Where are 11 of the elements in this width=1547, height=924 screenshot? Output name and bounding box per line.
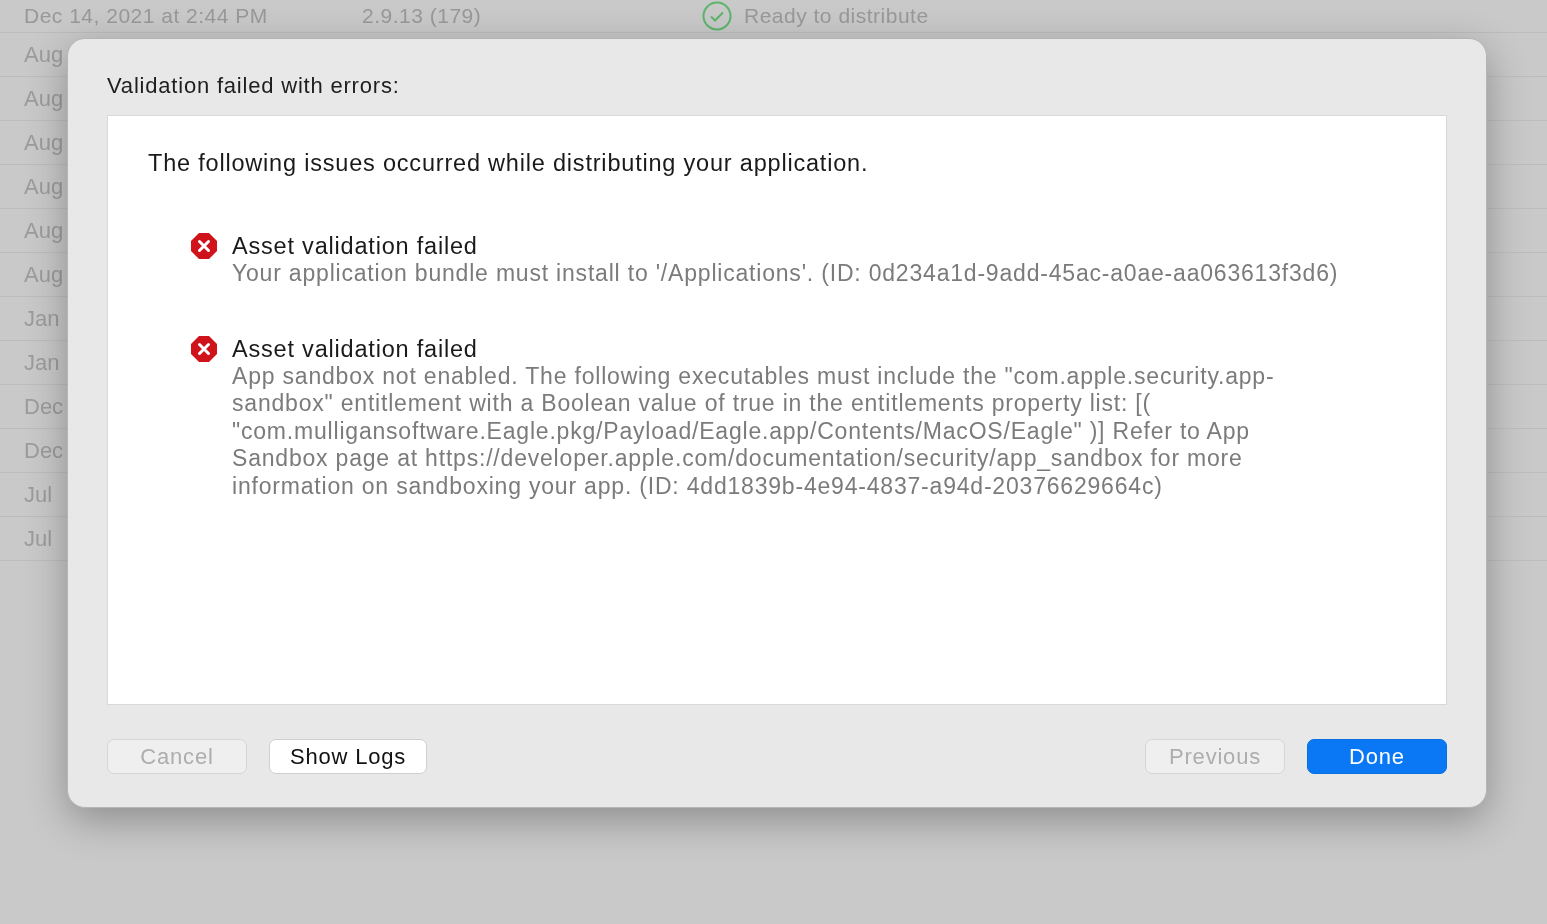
intro-text: The following issues occurred while distributing your application. [148,150,870,177]
issue-title: Asset validation failed [232,334,479,363]
issue-detail: Your application bundle must install to '/Applications'. (ID: 0d234a1d-9add-45ac-a0ae-aa063613f3d6) [232,260,1340,288]
error-icon [190,232,218,260]
issue-detail: App sandbox not enabled. The following executables must include the "com.apple.security.app-sandbox" entitlement with a Boolean value of true in the entitlements property list: [( "com.mulligansoftware.Eagle.pkg/Payload/Eagle.app/Contents/MacOS/Eagle" )] Refer to App Sandbox page at https://developer.apple.com/documentation/security/app_sandbox for more information on sandboxing your app. (ID: 4dd1839b-4e94-4837-a94d-20376629664c) [232,362,1276,500]
error-icon [190,334,218,363]
dialog-title: Validation failed with errors: [107,73,401,100]
issue-title: Asset validation failed [232,232,479,260]
dialog-button[interactable]: Done [1307,739,1447,774]
checkmark-circle-icon [702,1,732,31]
dialog-button[interactable]: Show Logs [269,739,428,774]
